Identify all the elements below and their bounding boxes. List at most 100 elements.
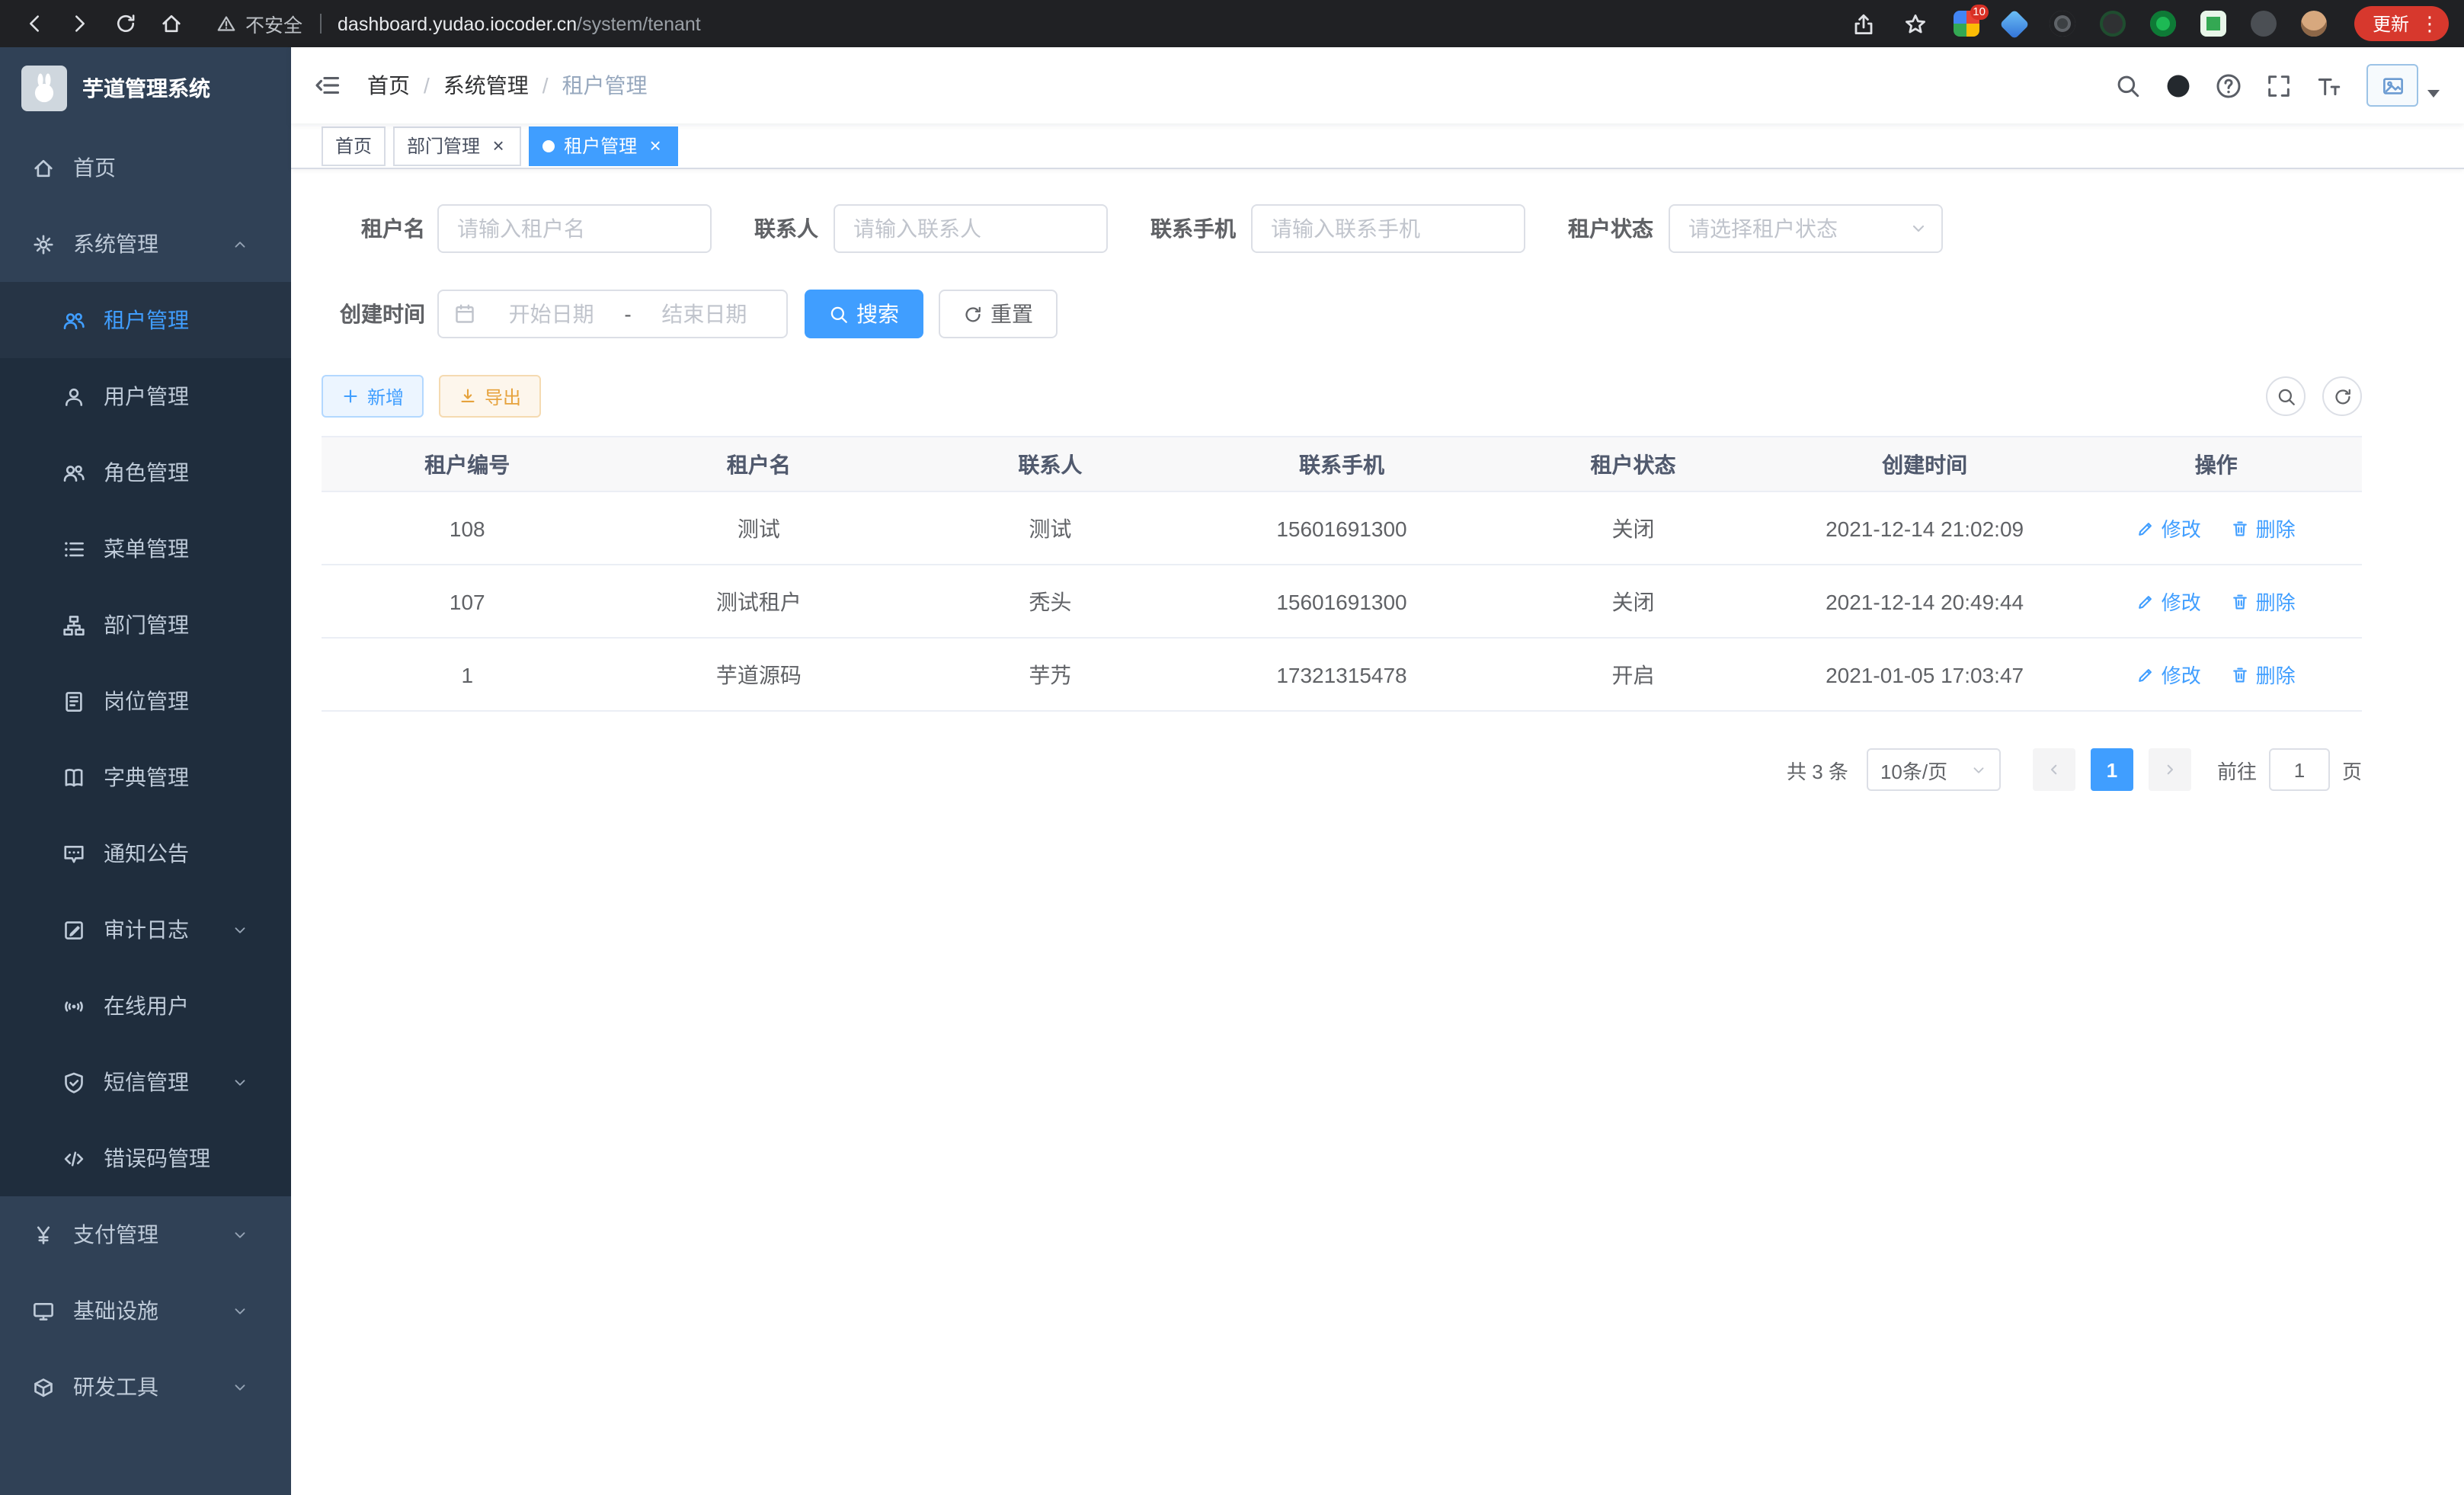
goto-page-input[interactable] xyxy=(2269,748,2330,791)
sidebar-item-audit-log[interactable]: 审计日志 xyxy=(0,892,291,968)
goto-label: 前往 xyxy=(2217,755,2257,784)
sidebar-item-post[interactable]: 岗位管理 xyxy=(0,663,291,739)
edit-link[interactable]: 修改 xyxy=(2137,514,2201,543)
plus-icon xyxy=(341,387,360,405)
extension-icon-4[interactable] xyxy=(2100,11,2126,37)
extension-icon-2[interactable] xyxy=(1999,8,2030,39)
breadcrumb-system[interactable]: 系统管理 xyxy=(443,70,529,101)
fullscreen-icon[interactable] xyxy=(2266,72,2292,98)
pen-icon xyxy=(2137,665,2155,683)
share-icon[interactable] xyxy=(1851,11,1876,36)
prev-page-button[interactable] xyxy=(2033,748,2075,791)
sidebar-item-notice[interactable]: 通知公告 xyxy=(0,815,291,892)
extension-badge: 10 xyxy=(1970,5,1989,20)
table-header-row: 租户编号 租户名 联系人 联系手机 租户状态 创建时间 操作 xyxy=(322,437,2362,491)
address-bar[interactable]: 不安全 dashboard.yudao.iocoder.cn/system/te… xyxy=(216,9,1838,38)
breadcrumb-home[interactable]: 首页 xyxy=(367,70,410,101)
cell-tenant-id: 108 xyxy=(322,491,613,565)
avatar xyxy=(2366,64,2418,107)
chevron-right-icon xyxy=(2161,760,2179,779)
chevron-down-icon xyxy=(232,1302,248,1319)
contact-input[interactable] xyxy=(834,204,1108,253)
start-date-placeholder[interactable]: 开始日期 xyxy=(485,299,618,329)
search-button[interactable]: 搜索 xyxy=(805,290,923,338)
chevron-up-icon xyxy=(232,235,248,252)
cell-tenant-name: 测试租户 xyxy=(613,565,905,638)
date-range-picker[interactable]: 开始日期 - 结束日期 xyxy=(437,290,788,338)
extension-icon-5[interactable] xyxy=(2150,11,2176,37)
delete-link[interactable]: 删除 xyxy=(2232,660,2296,689)
sidebar-item-payment[interactable]: 支付管理 xyxy=(0,1196,291,1273)
home-button[interactable] xyxy=(152,5,189,42)
extension-icon-1[interactable]: 10 xyxy=(1954,11,1979,37)
dictionary-icon xyxy=(62,766,85,789)
breadcrumb-current: 租户管理 xyxy=(562,70,648,101)
cell-phone: 17321315478 xyxy=(1196,638,1488,711)
sidebar-item-tenant[interactable]: 租户管理 xyxy=(0,282,291,358)
phone-input[interactable] xyxy=(1251,204,1525,253)
reset-button[interactable]: 重置 xyxy=(939,290,1058,338)
online-signal-icon xyxy=(62,994,85,1017)
user-avatar-menu[interactable] xyxy=(2366,64,2440,107)
edit-link[interactable]: 修改 xyxy=(2137,660,2201,689)
extension-icon-6[interactable] xyxy=(2200,11,2226,37)
caret-down-icon xyxy=(2427,89,2440,97)
edit-link[interactable]: 修改 xyxy=(2137,587,2201,616)
extension-icon-7[interactable] xyxy=(2251,11,2277,37)
sidebar-item-sms[interactable]: 短信管理 xyxy=(0,1044,291,1120)
sidebar-item-error-code[interactable]: 错误码管理 xyxy=(0,1120,291,1196)
trash-icon xyxy=(2232,592,2250,610)
sidebar-item-dict[interactable]: 字典管理 xyxy=(0,739,291,815)
collapse-sidebar-icon[interactable] xyxy=(314,72,341,99)
sidebar-item-home[interactable]: 首页 xyxy=(0,130,291,206)
cell-created: 2021-12-14 21:02:09 xyxy=(1779,491,2071,565)
filter-row-2: 创建时间 开始日期 - 结束日期 搜索 重置 xyxy=(322,290,2362,338)
font-size-icon[interactable] xyxy=(2316,72,2342,98)
col-actions: 操作 xyxy=(2070,437,2362,491)
tenant-name-input[interactable] xyxy=(437,204,712,253)
sidebar-item-dept[interactable]: 部门管理 xyxy=(0,587,291,663)
page-unit-label: 页 xyxy=(2342,755,2362,784)
page-size-select[interactable]: 10条/页 xyxy=(1867,748,2001,791)
org-tree-icon xyxy=(62,613,85,636)
sidebar-item-role[interactable]: 角色管理 xyxy=(0,434,291,511)
logo[interactable]: 芋道管理系统 xyxy=(0,47,291,130)
export-button[interactable]: 导出 xyxy=(439,375,541,418)
tag-home[interactable]: 首页 xyxy=(322,126,386,165)
phone-label: 联系手机 xyxy=(1150,213,1236,244)
browser-update-button[interactable]: 更新 ⋮ xyxy=(2354,6,2449,41)
end-date-placeholder[interactable]: 结束日期 xyxy=(638,299,771,329)
filter-contact: 联系人 xyxy=(754,204,1108,253)
next-page-button[interactable] xyxy=(2149,748,2191,791)
sidebar-item-dev-tools[interactable]: 研发工具 xyxy=(0,1349,291,1425)
sidebar-item-user[interactable]: 用户管理 xyxy=(0,358,291,434)
sidebar-item-system[interactable]: 系统管理 xyxy=(0,206,291,282)
page-number-active[interactable]: 1 xyxy=(2091,748,2133,791)
delete-link[interactable]: 删除 xyxy=(2232,587,2296,616)
sidebar-item-menu[interactable]: 菜单管理 xyxy=(0,511,291,587)
close-icon[interactable]: × xyxy=(489,136,507,155)
help-icon[interactable] xyxy=(2216,72,2242,98)
tag-dept[interactable]: 部门管理× xyxy=(393,126,521,165)
extension-icon-3[interactable] xyxy=(2050,11,2075,37)
delete-link[interactable]: 删除 xyxy=(2232,514,2296,543)
github-icon[interactable] xyxy=(2165,72,2191,98)
add-button[interactable]: 新增 xyxy=(322,375,424,418)
forward-button[interactable] xyxy=(61,5,98,42)
sidebar-item-infra[interactable]: 基础设施 xyxy=(0,1273,291,1349)
status-select[interactable]: 请选择租户状态 xyxy=(1669,204,1943,253)
back-button[interactable] xyxy=(15,5,52,42)
search-icon[interactable] xyxy=(2115,72,2141,98)
bookmark-star-icon[interactable] xyxy=(1903,11,1928,36)
sidebar-item-online-user[interactable]: 在线用户 xyxy=(0,968,291,1044)
tag-tenant[interactable]: 租户管理× xyxy=(529,126,678,165)
close-icon[interactable]: × xyxy=(646,136,664,155)
gear-icon xyxy=(32,232,55,255)
kebab-menu-icon[interactable]: ⋮ xyxy=(2420,11,2440,36)
cell-contact: 秃头 xyxy=(904,565,1196,638)
refresh-table-button[interactable] xyxy=(2322,376,2362,416)
extension-icon-8[interactable] xyxy=(2301,11,2327,37)
url-host: dashboard.yudao.iocoder.cn xyxy=(338,13,577,34)
toggle-search-button[interactable] xyxy=(2266,376,2306,416)
reload-button[interactable] xyxy=(107,5,143,42)
